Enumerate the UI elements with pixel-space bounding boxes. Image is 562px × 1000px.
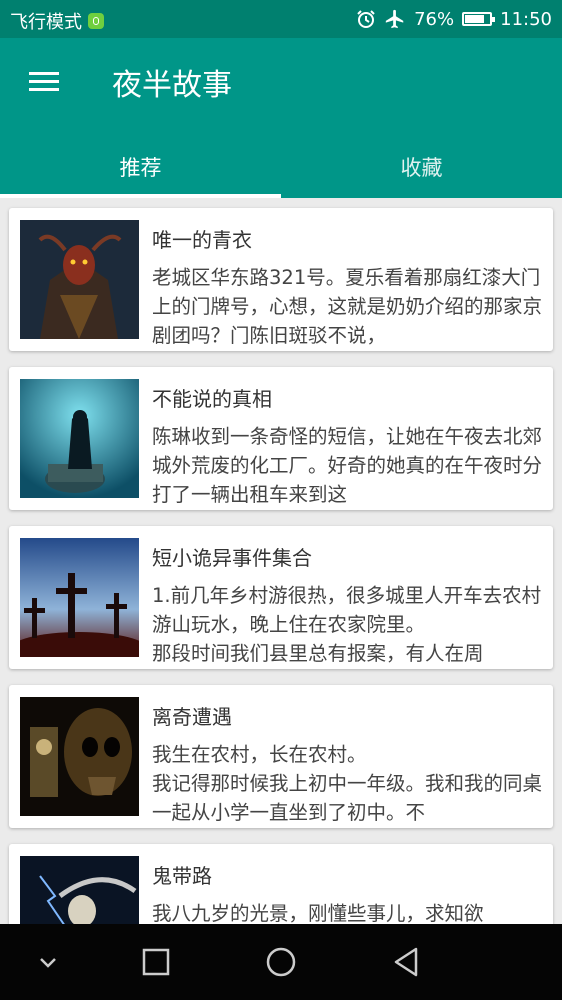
story-title: 离奇遭遇 — [152, 705, 232, 729]
app-icon — [88, 13, 104, 29]
app-title: 夜半故事 — [112, 68, 232, 103]
airplane-mode-label: 飞行模式 — [10, 12, 82, 33]
clock: 11:50 — [500, 8, 552, 30]
story-title: 唯一的青衣 — [152, 228, 252, 252]
story-card[interactable]: 鬼带路 我八九岁的光景，刚懂些事儿，求知欲 — [9, 844, 553, 924]
story-thumbnail — [20, 697, 139, 816]
status-bar: 飞行模式 76% 11:50 — [0, 0, 562, 38]
story-excerpt: 我八九岁的光景，刚懂些事儿，求知欲 — [152, 902, 484, 924]
status-left: 飞行模式 — [10, 8, 104, 34]
battery-icon — [462, 12, 496, 26]
battery-percent: 76% — [414, 8, 455, 30]
tab-recommended[interactable]: 推荐 — [0, 136, 281, 198]
story-excerpt: 我生在农村，长在农村。 我记得那时候我上初中一年级。我和我的同桌一起从小学一直坐… — [152, 743, 543, 824]
story-thumbnail — [20, 856, 139, 924]
hamburger-menu-icon[interactable] — [26, 68, 62, 98]
story-title: 不能说的真相 — [152, 387, 272, 411]
story-excerpt: 老城区华东路321号。夏乐看着那扇红漆大门上的门牌号，心想，这就是奶奶介绍的那家… — [152, 266, 543, 347]
recents-square-icon[interactable] — [136, 942, 176, 982]
story-thumbnail — [20, 220, 139, 339]
story-thumbnail — [20, 379, 139, 498]
story-thumbnail — [20, 538, 139, 657]
app-bar: 夜半故事 推荐 收藏 — [0, 38, 562, 198]
airplane-icon — [385, 9, 404, 29]
story-card[interactable]: 不能说的真相 陈琳收到一条奇怪的短信，让她在午夜去北郊城外荒废的化工厂。好奇的她… — [9, 367, 553, 510]
story-card[interactable]: 短小诡异事件集合 1.前几年乡村游很热，很多城里人开车去农村游山玩水，晚上住在农… — [9, 526, 553, 669]
story-title: 短小诡异事件集合 — [152, 546, 312, 570]
chevron-down-icon[interactable] — [28, 942, 68, 982]
alarm-icon — [357, 10, 375, 28]
system-nav-bar — [0, 924, 562, 1000]
story-title: 鬼带路 — [152, 864, 212, 888]
story-card[interactable]: 唯一的青衣 老城区华东路321号。夏乐看着那扇红漆大门上的门牌号，心想，这就是奶… — [9, 208, 553, 351]
story-excerpt: 1.前几年乡村游很热，很多城里人开车去农村游山玩水，晚上住在农家院里。 那段时间… — [152, 584, 542, 665]
tab-favorites[interactable]: 收藏 — [281, 136, 562, 198]
story-list[interactable]: 唯一的青衣 老城区华东路321号。夏乐看着那扇红漆大门上的门牌号，心想，这就是奶… — [0, 198, 562, 924]
back-triangle-icon[interactable] — [386, 942, 426, 982]
status-right: 76% 11:50 — [356, 8, 552, 30]
home-circle-icon[interactable] — [261, 942, 301, 982]
story-card[interactable]: 离奇遭遇 我生在农村，长在农村。 我记得那时候我上初中一年级。我和我的同桌一起从… — [9, 685, 553, 828]
story-excerpt: 陈琳收到一条奇怪的短信，让她在午夜去北郊城外荒废的化工厂。好奇的她真的在午夜时分… — [152, 425, 543, 506]
